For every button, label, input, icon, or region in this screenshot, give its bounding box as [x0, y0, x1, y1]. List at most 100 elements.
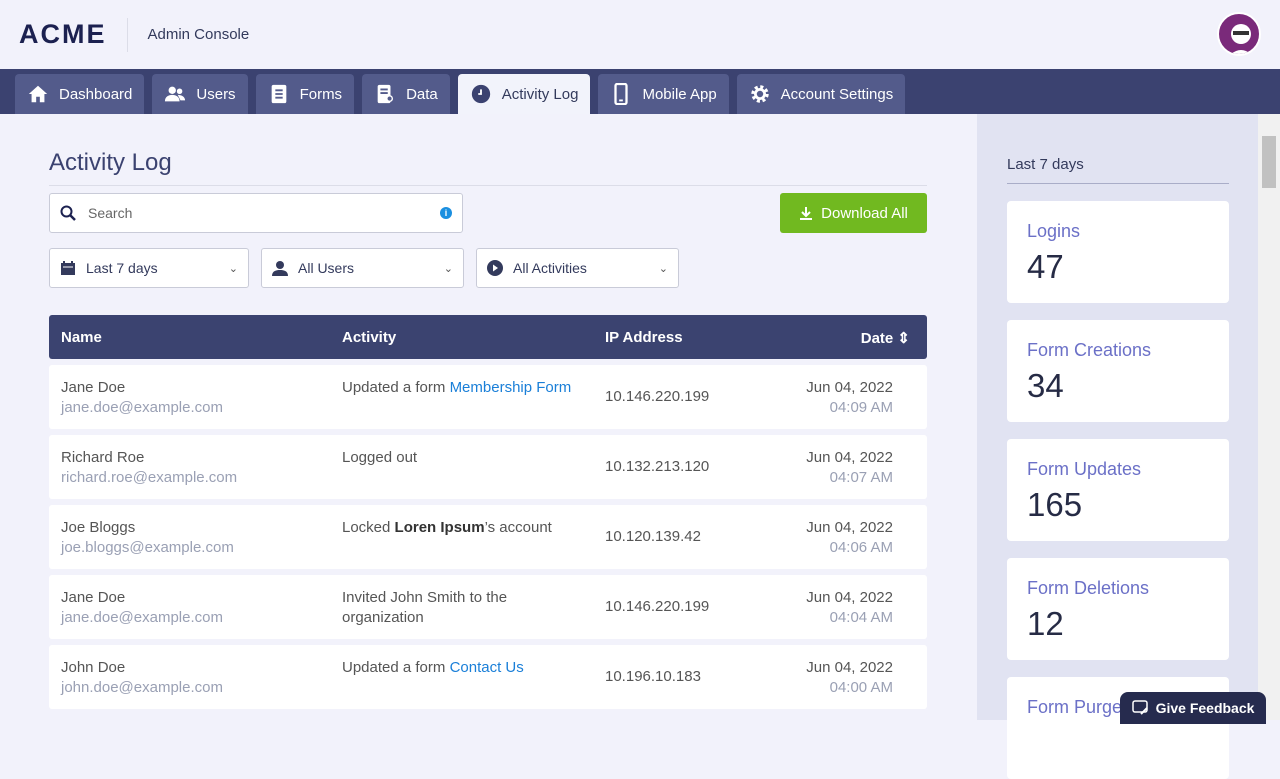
activity-text: Logged out	[342, 449, 418, 466]
stat-value: 165	[1027, 486, 1083, 523]
stat-card: Form Updates 165	[1007, 439, 1229, 541]
search-input[interactable]: Search i	[49, 193, 463, 233]
user-cell: Jane Doe jane.doe@example.com	[61, 378, 223, 418]
activities-select[interactable]: All Activities ⌄	[476, 248, 679, 288]
home-icon	[28, 85, 48, 103]
stat-label: Form Creations	[1027, 340, 1152, 360]
date: Jun 04, 2022	[806, 659, 893, 676]
activity-text: Locked	[342, 519, 395, 536]
user-cell: Jane Doe jane.doe@example.com	[61, 588, 223, 628]
stats-sidebar: Last 7 days Logins 47 Form Creations 34 Form…	[977, 114, 1258, 779]
users-icon	[165, 86, 186, 102]
tab-activity-log[interactable]: Activity Log	[457, 74, 591, 114]
tab-data[interactable]: Data	[362, 74, 450, 114]
info-icon[interactable]: i	[440, 207, 452, 219]
stat-label: Form Updates	[1027, 459, 1142, 479]
date-header-label: Date	[860, 330, 894, 347]
give-feedback-button[interactable]: Give Feedback	[1120, 692, 1266, 724]
time: 04:07 AM	[829, 469, 893, 486]
scrollbar[interactable]	[1258, 114, 1280, 720]
user-avatar[interactable]	[1217, 12, 1261, 56]
tab-dashboard[interactable]: Dashboard	[15, 74, 145, 114]
stats-period: Last 7 days	[1007, 156, 1084, 173]
date-range-select[interactable]: Last 7 days ⌄	[49, 248, 249, 288]
divider	[1007, 183, 1229, 184]
stat-value: 12	[1027, 605, 1064, 642]
tab-label: Users	[196, 85, 236, 103]
users-value: All Users	[298, 260, 355, 276]
chevron-down-icon: ⌄	[658, 262, 668, 275]
form-link[interactable]: Contact Us	[450, 659, 524, 676]
activity-cell: Logged out	[342, 448, 572, 468]
tab-label: Mobile App	[642, 85, 717, 103]
activities-value: All Activities	[513, 260, 587, 276]
table-row[interactable]: Jane Doe jane.doe@example.com Invited Joh…	[49, 575, 927, 639]
activity-cell: Locked Loren Ipsum’s account	[342, 518, 572, 538]
table-header: Name Activity IP Address Date ⇕	[49, 315, 927, 359]
acme-logo[interactable]: ACME	[19, 19, 107, 50]
tab-label: Activity Log	[501, 85, 579, 103]
app-header: ACME Admin Console	[0, 0, 1280, 69]
clock-icon	[471, 84, 490, 104]
date-range-value: Last 7 days	[86, 260, 158, 276]
tab-label: Data	[406, 85, 438, 103]
date-cell: Jun 04, 2022 04:00 AM	[806, 658, 893, 698]
stat-card: Logins 47	[1007, 201, 1229, 303]
main-nav: Dashboard Users Forms Data Activity Log …	[0, 69, 1280, 114]
chevron-down-icon: ⌄	[228, 262, 238, 275]
ip-address: 10.146.220.199	[605, 388, 710, 405]
user-email: jane.doe@example.com	[61, 609, 223, 626]
sort-icon[interactable]: ⇕	[897, 330, 910, 347]
stat-card: Form Creations 34	[1007, 320, 1229, 422]
tab-account-settings[interactable]: Account Settings	[736, 74, 906, 114]
date-cell: Jun 04, 2022 04:09 AM	[806, 378, 893, 418]
download-all-button[interactable]: Download All	[780, 193, 927, 233]
ip-address: 10.146.220.199	[605, 598, 710, 615]
search-placeholder: Search	[88, 205, 133, 221]
date: Jun 04, 2022	[806, 379, 893, 396]
time: 04:06 AM	[829, 539, 893, 556]
date: Jun 04, 2022	[806, 449, 893, 466]
column-header-activity: Activity	[342, 329, 397, 346]
header-divider	[126, 17, 128, 52]
user-name: Jane Doe	[61, 379, 126, 396]
user-email: richard.roe@example.com	[61, 469, 238, 486]
download-icon	[800, 207, 813, 220]
gear-icon	[750, 85, 769, 103]
page-title: Activity Log	[49, 149, 927, 186]
column-header-date[interactable]: Date ⇕	[861, 329, 910, 347]
table-row[interactable]: John Doe john.doe@example.com Updated a f…	[49, 645, 927, 709]
activity-log-panel: Activity Log Search i Download All Last …	[49, 114, 927, 709]
time: 04:09 AM	[829, 399, 893, 416]
tab-users[interactable]: Users	[152, 74, 248, 114]
activity-text: Updated a form	[342, 659, 450, 676]
stat-label: Form Deletions	[1027, 578, 1150, 598]
user-cell: Joe Bloggs joe.bloggs@example.com	[61, 518, 234, 558]
target-user: Loren Ipsum	[394, 519, 485, 536]
form-link[interactable]: Membership Form	[450, 379, 572, 396]
data-search-icon	[377, 84, 394, 104]
stat-value: 34	[1027, 367, 1064, 404]
date: Jun 04, 2022	[806, 589, 893, 606]
tab-forms[interactable]: Forms	[255, 74, 355, 114]
user-name: Joe Bloggs	[61, 519, 136, 536]
date-cell: Jun 04, 2022 04:07 AM	[806, 448, 893, 488]
time: 04:04 AM	[829, 609, 893, 626]
feedback-icon	[1131, 700, 1148, 715]
activity-text: Invited John Smith to the organization	[342, 589, 508, 626]
stat-label: Logins	[1027, 221, 1081, 241]
ip-address: 10.132.213.120	[605, 458, 710, 475]
user-email: john.doe@example.com	[61, 679, 223, 696]
table-row[interactable]: Joe Bloggs joe.bloggs@example.com Locked …	[49, 505, 927, 569]
tab-mobile-app[interactable]: Mobile App	[598, 74, 729, 114]
app-title: Admin Console	[147, 26, 250, 43]
form-icon	[271, 84, 286, 104]
table-row[interactable]: Jane Doe jane.doe@example.com Updated a f…	[49, 365, 927, 429]
user-cell: Richard Roe richard.roe@example.com	[61, 448, 237, 488]
scrollbar-thumb[interactable]	[1262, 136, 1276, 188]
users-select[interactable]: All Users ⌄	[261, 248, 464, 288]
table-row[interactable]: Richard Roe richard.roe@example.com Logge…	[49, 435, 927, 499]
user-email: jane.doe@example.com	[61, 399, 223, 416]
time: 04:00 AM	[829, 679, 893, 696]
activity-cell: Updated a form Membership Form	[342, 378, 572, 398]
